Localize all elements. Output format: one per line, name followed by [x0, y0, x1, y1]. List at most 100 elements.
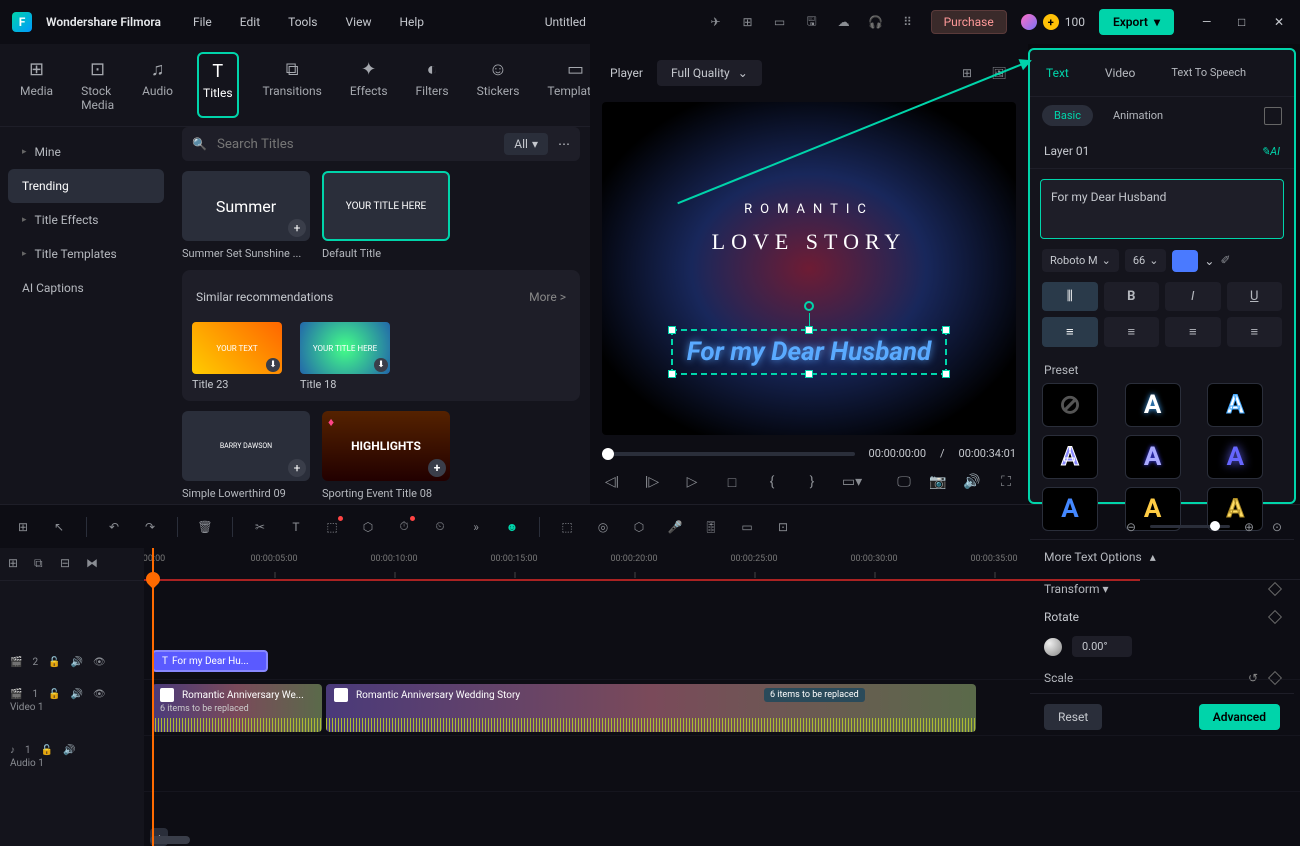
tab-tts[interactable]: Text To Speech: [1163, 62, 1254, 84]
layer-row[interactable]: Layer 01 ✎AI: [1030, 134, 1294, 169]
zoom-out-button[interactable]: ⊖: [1122, 518, 1140, 536]
sidebar-title-effects[interactable]: ▸Title Effects: [8, 203, 164, 237]
delete-button[interactable]: 🗑: [196, 518, 214, 536]
save-icon[interactable]: 🖫: [803, 13, 821, 31]
subtab-basic[interactable]: Basic: [1042, 105, 1093, 126]
track-tool-2[interactable]: ⧉: [34, 556, 50, 572]
record-button[interactable]: ⬚: [558, 518, 576, 536]
shield-button[interactable]: ⬡: [630, 518, 648, 536]
lock-icon[interactable]: 🔓: [41, 745, 53, 756]
ratio-button[interactable]: ▭▾: [842, 472, 862, 492]
visibility-icon[interactable]: 👁: [93, 657, 106, 668]
snapshot-icon[interactable]: 📷: [928, 472, 948, 492]
chevron-down-icon[interactable]: ⌄: [1204, 254, 1214, 268]
fullscreen-icon[interactable]: ⛶: [996, 472, 1016, 492]
magnet-tool[interactable]: ⧓: [86, 556, 102, 572]
title-card-default[interactable]: YOUR TITLE HERE Default Title: [322, 171, 450, 260]
minimize-button[interactable]: —: [1202, 15, 1216, 29]
progress-bar[interactable]: [602, 452, 855, 456]
render-button[interactable]: ◎: [594, 518, 612, 536]
mic-button[interactable]: 🎤: [666, 518, 684, 536]
more-icon[interactable]: ⋯: [558, 137, 570, 151]
subtab-animation[interactable]: Animation: [1101, 105, 1175, 126]
cloud-icon[interactable]: ☁: [835, 13, 853, 31]
maximize-button[interactable]: □: [1238, 15, 1252, 29]
menu-help[interactable]: Help: [399, 15, 424, 29]
tab-audio[interactable]: ♫Audio: [138, 52, 177, 118]
preset-3[interactable]: A: [1042, 435, 1098, 479]
track-1[interactable]: Romantic Anniversary We... 6 items to be…: [144, 680, 1300, 736]
bold-button[interactable]: B: [1104, 282, 1160, 311]
add-icon[interactable]: +: [288, 219, 306, 237]
handle-tc[interactable]: [805, 326, 813, 334]
pointer-tool[interactable]: ↖: [50, 518, 68, 536]
marker-button[interactable]: ▭: [738, 518, 756, 536]
playhead[interactable]: [152, 548, 154, 846]
more-tools[interactable]: »: [467, 518, 485, 536]
export-button[interactable]: Export▾: [1099, 9, 1174, 35]
eyedropper-icon[interactable]: ✐: [1220, 253, 1236, 269]
prev-frame-button[interactable]: ◁|: [602, 472, 622, 492]
mute-icon[interactable]: 🔊: [63, 745, 75, 756]
zoom-in-button[interactable]: ⊕: [1240, 518, 1258, 536]
sidebar-trending[interactable]: Trending: [8, 169, 164, 203]
selection-tool[interactable]: ⊞: [14, 518, 32, 536]
handle-bl[interactable]: [668, 370, 676, 378]
tab-video[interactable]: Video: [1097, 62, 1144, 84]
tab-transitions[interactable]: ⧉Transitions: [259, 52, 326, 118]
library-icon[interactable]: ⊞: [739, 13, 757, 31]
stop-button[interactable]: □: [722, 472, 742, 492]
preset-1[interactable]: A: [1125, 383, 1181, 427]
font-select[interactable]: Roboto M⌄: [1042, 249, 1119, 272]
track-2[interactable]: TFor my Dear Hu...: [144, 642, 1300, 680]
rec-card-1[interactable]: YOUR TEXT⬇ Title 23: [192, 322, 282, 391]
size-select[interactable]: 66⌄: [1125, 249, 1167, 272]
monitor-icon[interactable]: 🖵: [894, 472, 914, 492]
rotate-handle[interactable]: [804, 301, 814, 311]
zoom-fit-button[interactable]: ⊙: [1268, 518, 1286, 536]
mute-icon[interactable]: 🔊: [71, 657, 83, 668]
send-icon[interactable]: ✈: [707, 13, 725, 31]
coin-balance[interactable]: + 100: [1021, 14, 1085, 30]
title-card-summer[interactable]: Summer+ Summer Set Sunshine ...: [182, 171, 310, 260]
track-audio[interactable]: [144, 736, 1300, 792]
text-content-input[interactable]: For my Dear Husband: [1040, 179, 1284, 239]
ai-icon[interactable]: ✎AI: [1261, 145, 1280, 158]
lock-icon[interactable]: 🔓: [48, 689, 60, 700]
display-icon[interactable]: ▭: [771, 13, 789, 31]
timer-tool[interactable]: ⏲: [431, 518, 449, 536]
image-icon[interactable]: 🖼: [990, 64, 1008, 82]
undo-button[interactable]: ↶: [105, 518, 123, 536]
sidebar-title-templates[interactable]: ▸Title Templates: [8, 237, 164, 271]
color-tool[interactable]: ⬡: [359, 518, 377, 536]
headphones-icon[interactable]: 🎧: [867, 13, 885, 31]
apps-icon[interactable]: ⠿: [899, 13, 917, 31]
handle-tl[interactable]: [668, 326, 676, 334]
title-card-lowerthird[interactable]: BARRY DAWSON+ Simple Lowerthird 09: [182, 411, 310, 500]
color-swatch[interactable]: [1172, 250, 1198, 272]
quality-select[interactable]: Full Quality⌄: [657, 60, 762, 86]
tab-media[interactable]: ⊞Media: [16, 52, 57, 118]
preset-6[interactable]: A: [1042, 487, 1098, 531]
align-center-button[interactable]: ≡: [1104, 317, 1160, 347]
speed-tool[interactable]: ⏱: [395, 518, 413, 536]
mark-out-button[interactable]: }: [802, 472, 822, 492]
zoom-thumb[interactable]: [1210, 521, 1220, 531]
italic-button[interactable]: I: [1165, 282, 1221, 311]
tab-filters[interactable]: ◐Filters: [412, 52, 453, 118]
timeline-tracks[interactable]: 00:00 00:00:05:00 00:00:10:00 00:00:15:0…: [144, 548, 1300, 846]
lock-icon[interactable]: 🔓: [48, 657, 60, 668]
video-clip-1[interactable]: Romantic Anniversary We... 6 items to be…: [152, 684, 322, 732]
align-right-button[interactable]: ≡: [1165, 317, 1221, 347]
visibility-icon[interactable]: 👁: [93, 689, 106, 700]
search-input[interactable]: [217, 137, 494, 152]
preset-4[interactable]: A: [1125, 435, 1181, 479]
menu-view[interactable]: View: [346, 15, 372, 29]
preview-viewport[interactable]: ROMANTIC LOVE STORY For my Dear Husband: [602, 102, 1016, 435]
tab-effects[interactable]: ✦Effects: [346, 52, 392, 118]
filter-all[interactable]: All ▾: [504, 133, 548, 155]
track-tool-3[interactable]: ⊟: [60, 556, 76, 572]
purchase-button[interactable]: Purchase: [931, 10, 1007, 34]
track-tool-1[interactable]: ⊞: [8, 556, 24, 572]
ruler[interactable]: 00:00 00:00:05:00 00:00:10:00 00:00:15:0…: [144, 548, 1300, 580]
